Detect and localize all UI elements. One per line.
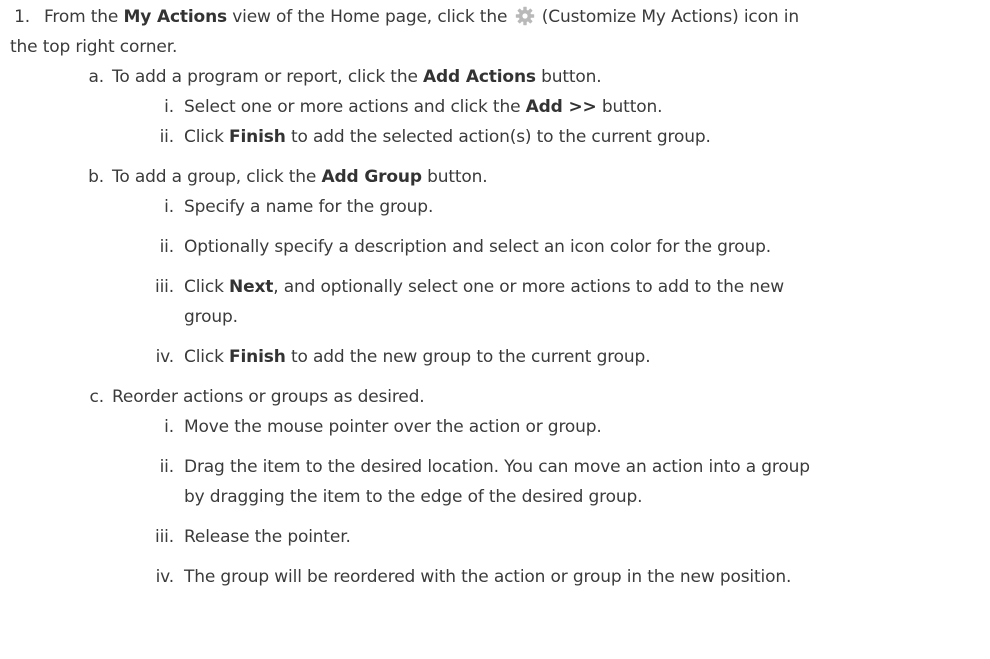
step-text: view of the Home page, click the bbox=[227, 7, 513, 27]
step-text: (Customize My Actions) icon in bbox=[536, 7, 799, 27]
finish-label: Finish bbox=[229, 127, 286, 147]
step-bold: My Actions bbox=[123, 7, 227, 27]
substep-letter: c. bbox=[89, 387, 105, 407]
finish-label: Finish bbox=[229, 347, 286, 367]
substep-letter: b. bbox=[88, 167, 104, 187]
step-text: From the bbox=[44, 7, 124, 27]
substep-letter: a. bbox=[88, 67, 104, 87]
gear-icon bbox=[515, 6, 535, 32]
instructions-document: 1. From the My Actions view of the Home … bbox=[0, 0, 990, 659]
add-group-label: Add Group bbox=[321, 167, 423, 187]
add-actions-label: Add Actions bbox=[423, 67, 536, 87]
step-number: 1. bbox=[14, 7, 30, 27]
add-button-label: Add >> bbox=[525, 97, 597, 117]
next-label: Next bbox=[229, 277, 274, 297]
